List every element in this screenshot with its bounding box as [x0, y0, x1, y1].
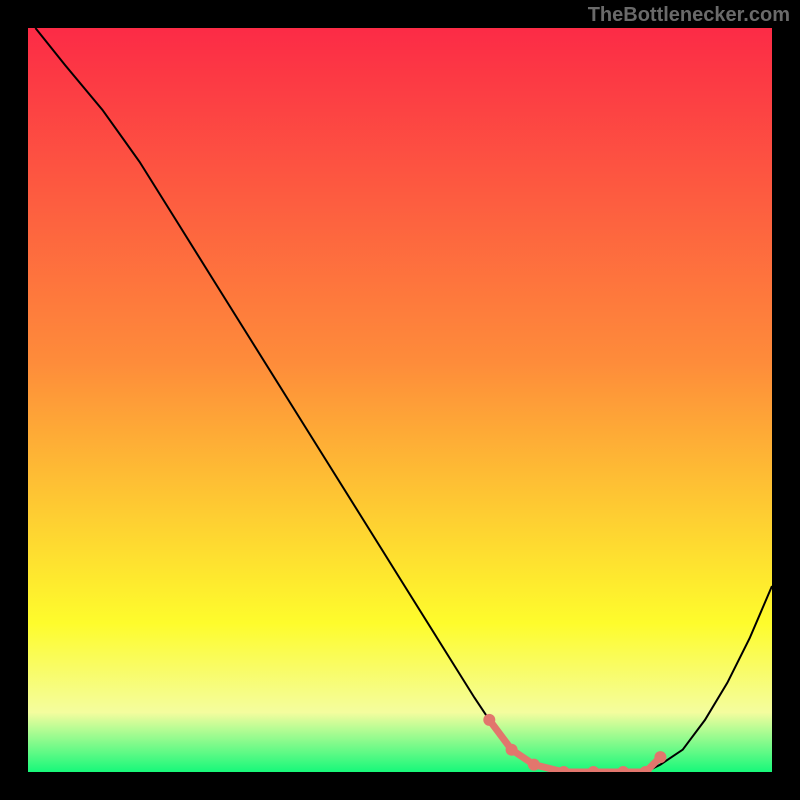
bottleneck-chart: [28, 28, 772, 772]
gradient-background: [28, 28, 772, 772]
watermark-text: TheBottlenecker.com: [588, 4, 790, 27]
